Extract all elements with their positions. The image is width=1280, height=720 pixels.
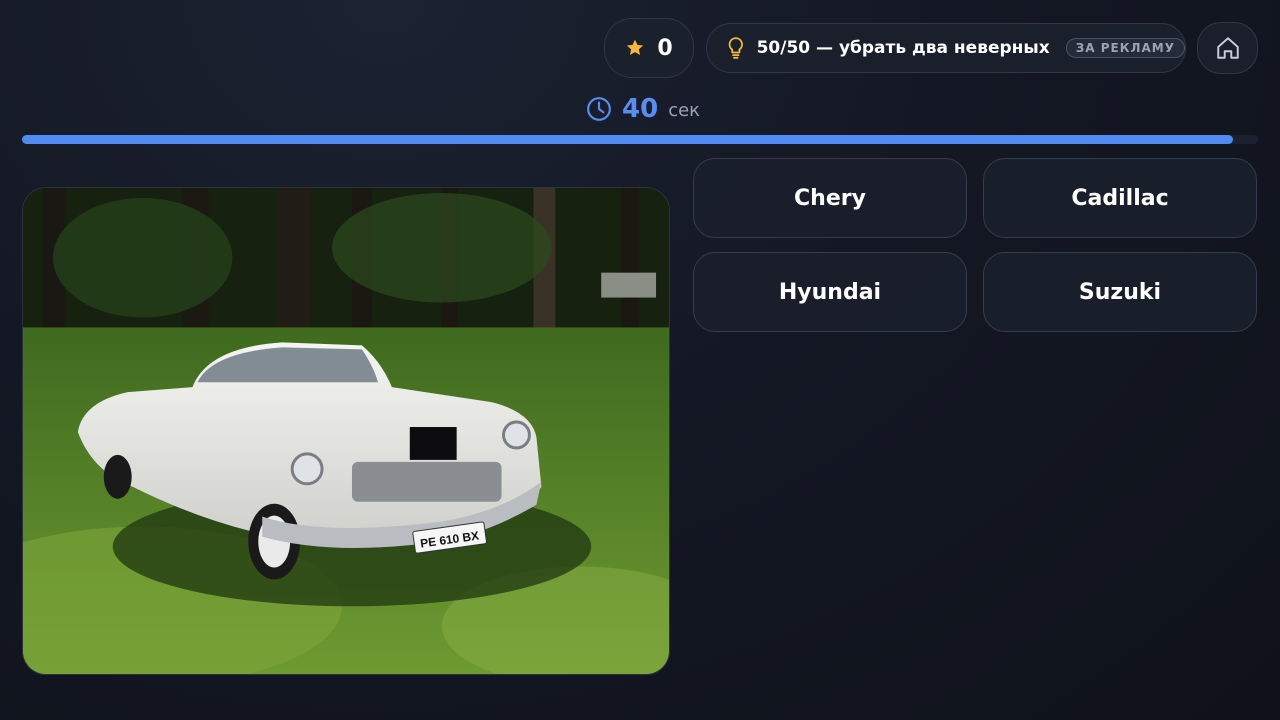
home-button[interactable] <box>1197 22 1258 74</box>
timer-value: 40 <box>622 94 659 124</box>
timer-unit: сек <box>668 99 701 121</box>
timer-progress-bar <box>22 135 1258 144</box>
answer-option-1[interactable]: Chery <box>693 158 967 238</box>
lightbulb-icon <box>728 37 743 59</box>
ad-badge: ЗА РЕКЛАМУ <box>1065 38 1185 58</box>
home-icon <box>1216 37 1239 59</box>
answer-option-4[interactable]: Suzuki <box>983 252 1257 332</box>
timer: 40 сек <box>586 94 700 124</box>
fifty-fifty-hint-button[interactable]: 50/50 — убрать два неверных ЗА РЕКЛАМУ <box>706 23 1186 73</box>
car-photo: PE 610 BX <box>22 187 670 675</box>
answer-option-3[interactable]: Hyundai <box>693 252 967 332</box>
clock-icon <box>587 97 611 121</box>
star-icon <box>627 39 644 55</box>
score-display: 0 <box>604 18 694 78</box>
answer-option-2[interactable]: Cadillac <box>983 158 1257 238</box>
score-value: 0 <box>657 35 673 61</box>
timer-progress-fill <box>22 135 1234 144</box>
hint-label: 50/50 — убрать два неверных <box>756 38 1050 58</box>
